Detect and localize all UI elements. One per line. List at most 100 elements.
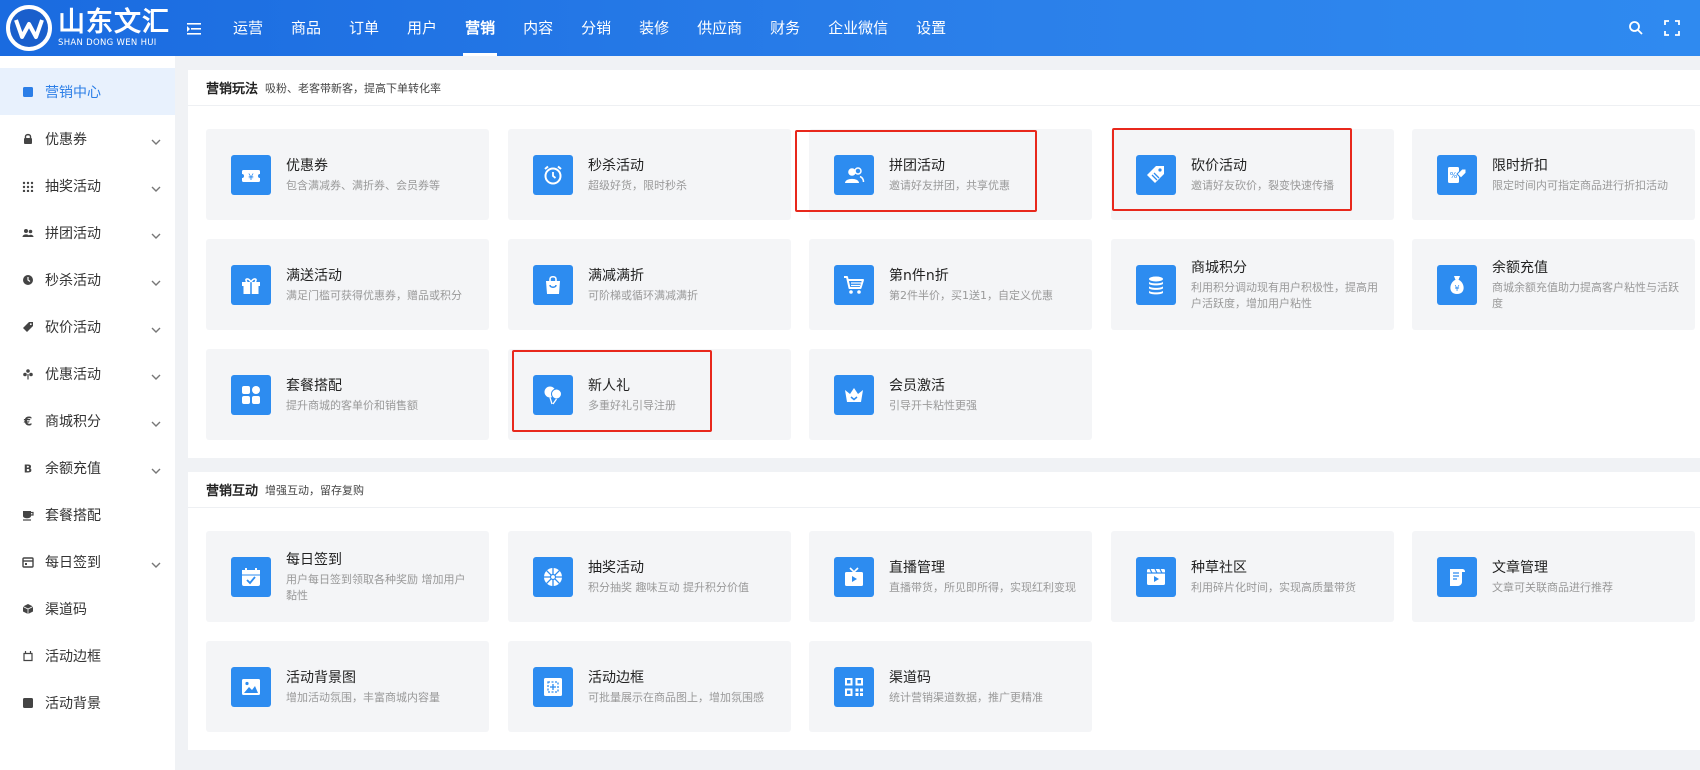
nav-item-9[interactable]: 财务 bbox=[756, 0, 814, 56]
sidebar-item-label: 套餐搭配 bbox=[45, 507, 101, 524]
frame-icon bbox=[533, 667, 573, 707]
card-title: 直播管理 bbox=[889, 559, 945, 576]
grid-icon bbox=[22, 180, 34, 192]
nav-item-6[interactable]: 分销 bbox=[567, 0, 625, 56]
menu-toggle-icon[interactable] bbox=[187, 21, 205, 35]
feature-card[interactable]: 文章管理 文章可关联商品进行推荐 bbox=[1412, 531, 1695, 622]
calendar-icon bbox=[22, 556, 34, 568]
feature-card[interactable]: % 限时折扣 限定时间内可指定商品进行折扣活动 bbox=[1412, 129, 1695, 220]
card-description: 利用碎片化时间，实现高质量带货 bbox=[1191, 580, 1356, 594]
card-title: 抽奖活动 bbox=[588, 559, 644, 576]
section-title: 营销互动 bbox=[206, 484, 259, 499]
square-icon bbox=[22, 86, 34, 98]
nav-item-5[interactable]: 内容 bbox=[509, 0, 567, 56]
chevron-down-icon[interactable] bbox=[151, 463, 161, 474]
sidebar-item-8[interactable]: B 余额充值 bbox=[0, 444, 175, 491]
nav-item-10[interactable]: 企业微信 bbox=[814, 0, 902, 56]
sidebar-item-9[interactable]: 套餐搭配 bbox=[0, 491, 175, 538]
logo[interactable]: 山东文汇 SHAN DONG WEN HUI bbox=[0, 0, 175, 56]
lock-icon bbox=[22, 133, 34, 145]
feature-card[interactable]: 活动边框 可批量展示在商品图上，增加氛围感 bbox=[508, 641, 791, 732]
feature-card[interactable]: 商城积分 利用积分调动现有用户积极性，提高用户活跃度，增加用户粘性 bbox=[1111, 239, 1394, 330]
feature-card[interactable]: 种草社区 利用碎片化时间，实现高质量带货 bbox=[1111, 531, 1394, 622]
search-icon[interactable] bbox=[1628, 20, 1644, 36]
feature-card[interactable]: 活动背景图增加活动氛围，丰富商城内容量 bbox=[206, 641, 489, 732]
calendar-check-icon bbox=[231, 557, 271, 597]
nav-item-0[interactable]: 运营 bbox=[219, 0, 277, 56]
feature-card[interactable]: 秒杀活动超级好货，限时秒杀 bbox=[508, 129, 791, 220]
sidebar-item-11[interactable]: 渠道码 bbox=[0, 585, 175, 632]
sidebar-item-2[interactable]: 抽奖活动 bbox=[0, 162, 175, 209]
sidebar-item-10[interactable]: 每日签到 bbox=[0, 538, 175, 585]
logo-emblem-icon bbox=[6, 5, 52, 51]
feature-card[interactable]: 抽奖活动 积分抽奖 趣味互动 提升积分价值 bbox=[508, 531, 791, 622]
feature-card[interactable]: ¥ 余额充值 商城余额充值助力提高客户粘性与活跃度 bbox=[1412, 239, 1695, 330]
nav-item-11[interactable]: 设置 bbox=[902, 0, 960, 56]
feature-card[interactable]: 满送活动 满足门槛可获得优惠券，赠品或积分 bbox=[206, 239, 489, 330]
card-title: 满送活动 bbox=[286, 267, 342, 284]
crown-icon bbox=[834, 375, 874, 415]
top-header: 山东文汇 SHAN DONG WEN HUI 运营 商品 订单 用户 营销 内容 分销 装修供… bbox=[0, 0, 1700, 56]
chevron-down-icon[interactable] bbox=[151, 322, 161, 333]
sidebar-item-5[interactable]: 砍价活动 bbox=[0, 303, 175, 350]
nav-item-3[interactable]: 用户 bbox=[393, 0, 451, 56]
feature-card[interactable]: 直播管理 直播带货，所见即所得，实现红利变现 bbox=[809, 531, 1092, 622]
logo-english-name: SHAN DONG WEN HUI bbox=[58, 37, 157, 48]
sidebar-item-4[interactable]: 秒杀活动 bbox=[0, 256, 175, 303]
card-title: 秒杀活动 bbox=[588, 157, 644, 174]
card-title: 活动背景图 bbox=[286, 669, 356, 686]
feature-card[interactable]: ¥ 优惠券 包含满减券、满折券、会员券等 bbox=[206, 129, 489, 220]
feature-card[interactable]: 渠道码 统计营销渠道数据，推广更精准 bbox=[809, 641, 1092, 732]
card-description: 可批量展示在商品图上，增加氛围感 bbox=[588, 690, 764, 704]
sidebar-item-0[interactable]: 营销中心 bbox=[0, 68, 175, 115]
feature-card[interactable]: 每日签到 用户每日签到领取各种奖励 增加用户黏性 bbox=[206, 531, 489, 622]
svg-text:B: B bbox=[24, 462, 32, 474]
sidebar-item-1[interactable]: 优惠券 bbox=[0, 115, 175, 162]
feature-card[interactable]: 会员激活 引导开卡粘性更强 bbox=[809, 349, 1092, 440]
card-title: 渠道码 bbox=[889, 669, 931, 686]
sidebar-item-label: 活动背景 bbox=[45, 695, 101, 712]
sidebar-item-12[interactable]: 活动边框 bbox=[0, 632, 175, 679]
live-tv-icon bbox=[834, 557, 874, 597]
nav-item-7[interactable]: 装修 bbox=[625, 0, 683, 56]
card-description: 文章可关联商品进行推荐 bbox=[1492, 580, 1613, 594]
card-title: 商城积分 bbox=[1191, 259, 1247, 276]
sidebar-item-label: 秒杀活动 bbox=[45, 272, 101, 289]
clock-icon bbox=[22, 274, 34, 286]
nav-item-4[interactable]: 营销 bbox=[451, 0, 509, 56]
chevron-down-icon[interactable] bbox=[151, 369, 161, 380]
fullscreen-icon[interactable] bbox=[1664, 20, 1680, 36]
chevron-down-icon[interactable] bbox=[151, 557, 161, 568]
nav-item-8[interactable]: 供应商 bbox=[683, 0, 756, 56]
card-description: 超级好货，限时秒杀 bbox=[588, 178, 687, 192]
highlight-box-new-user-gift bbox=[512, 350, 712, 432]
chevron-down-icon[interactable] bbox=[151, 134, 161, 145]
chevron-down-icon[interactable] bbox=[151, 181, 161, 192]
feature-card[interactable]: 第n件n折 第2件半价，买1送1，自定义优惠 bbox=[809, 239, 1092, 330]
nav-item-1[interactable]: 商品 bbox=[277, 0, 335, 56]
chevron-down-icon[interactable] bbox=[151, 275, 161, 286]
gift-icon bbox=[231, 265, 271, 305]
frame-icon bbox=[22, 650, 34, 662]
sidebar-item-3[interactable]: 拼团活动 bbox=[0, 209, 175, 256]
bitcoin-icon: B bbox=[22, 462, 34, 474]
card-title: 会员激活 bbox=[889, 377, 945, 394]
sidebar-item-label: 渠道码 bbox=[45, 601, 87, 618]
chevron-down-icon[interactable] bbox=[151, 228, 161, 239]
feature-card[interactable]: 满减满折 可阶梯或循环满减满折 bbox=[508, 239, 791, 330]
card-title: 第n件n折 bbox=[889, 267, 949, 284]
feature-card[interactable]: 套餐搭配 提升商城的客单价和销售额 bbox=[206, 349, 489, 440]
marketing-interaction-panel: 营销互动 增强互动，留存复购 每日签到 用户每日签到领取各种奖励 增加用户黏性 抽奖… bbox=[188, 472, 1700, 750]
card-title: 余额充值 bbox=[1492, 259, 1548, 276]
nav-item-2[interactable]: 订单 bbox=[335, 0, 393, 56]
section-subtitle: 吸粉、老客带新客，提高下单转化率 bbox=[265, 81, 442, 95]
card-description: 可阶梯或循环满减满折 bbox=[588, 288, 698, 302]
chevron-down-icon[interactable] bbox=[151, 416, 161, 427]
card-description: 商城余额充值助力提高客户粘性与活跃度 bbox=[1492, 280, 1679, 310]
sidebar-item-6[interactable]: 优惠活动 bbox=[0, 350, 175, 397]
card-description: 增加活动氛围，丰富商城内容量 bbox=[286, 690, 440, 704]
sidebar-item-7[interactable]: € 商城积分 bbox=[0, 397, 175, 444]
card-title: 限时折扣 bbox=[1492, 157, 1548, 174]
sidebar-item-label: 优惠活动 bbox=[45, 366, 101, 383]
sidebar-item-13[interactable]: 活动背景 bbox=[0, 679, 175, 726]
